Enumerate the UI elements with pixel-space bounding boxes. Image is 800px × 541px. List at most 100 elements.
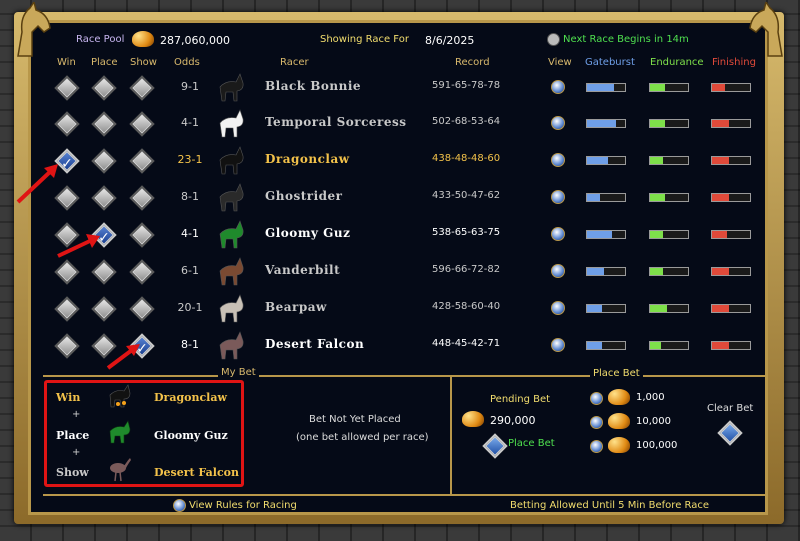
show-checkbox[interactable] xyxy=(129,185,155,211)
finishing-fill xyxy=(712,342,730,349)
show-checkbox[interactable] xyxy=(129,75,155,101)
win-checkbox[interactable] xyxy=(54,333,80,359)
racer-odds: 8-1 xyxy=(181,190,199,203)
red-arrow-show xyxy=(106,344,140,370)
endurance-bar xyxy=(649,267,689,276)
horse-head-ornament-right xyxy=(749,2,783,57)
gateburst-bar xyxy=(586,267,626,276)
finishing-bar xyxy=(711,230,751,239)
racer-name: Ghostrider xyxy=(265,189,343,203)
finishing-fill xyxy=(712,305,730,312)
amount-orb-icon[interactable] xyxy=(590,416,603,429)
bet-status-line1: Bet Not Yet Placed xyxy=(309,414,401,425)
endurance-bar xyxy=(649,156,689,165)
place-checkbox[interactable] xyxy=(91,259,117,285)
view-racer-button[interactable] xyxy=(551,190,565,204)
finishing-bar xyxy=(711,119,751,128)
gateburst-fill xyxy=(587,231,612,238)
gateburst-fill xyxy=(587,268,605,275)
gold-icon xyxy=(608,389,630,405)
pending-bet-value: 290,000 xyxy=(490,414,536,427)
finishing-bar xyxy=(711,341,751,350)
win-checkbox[interactable] xyxy=(54,296,80,322)
show-checkbox[interactable] xyxy=(129,259,155,285)
endurance-fill xyxy=(650,120,666,127)
amount-100000-label: 100,000 xyxy=(636,440,678,451)
clear-bet-label: Clear Bet xyxy=(707,403,754,414)
view-racer-button[interactable] xyxy=(551,338,565,352)
finishing-fill xyxy=(712,120,730,127)
win-checkbox[interactable] xyxy=(54,75,80,101)
next-race-label: Next Race Begins in 14m xyxy=(563,34,689,45)
footer-divider xyxy=(43,494,765,496)
endurance-bar xyxy=(649,83,689,92)
show-checkbox[interactable] xyxy=(129,296,155,322)
finishing-fill xyxy=(712,84,726,91)
gateburst-bar xyxy=(586,156,626,165)
finishing-bar xyxy=(711,83,751,92)
show-checkbox[interactable] xyxy=(129,222,155,248)
amount-1000-label: 1,000 xyxy=(636,392,665,403)
place-checkbox[interactable] xyxy=(91,111,117,137)
racer-odds: 4-1 xyxy=(181,116,199,129)
col-gateburst: Gateburst xyxy=(585,57,635,68)
racer-horse-icon xyxy=(219,183,244,212)
view-rules-label[interactable]: View Rules for Racing xyxy=(189,500,297,511)
amount-orb-icon[interactable] xyxy=(590,392,603,405)
show-checkbox[interactable] xyxy=(129,148,155,174)
my-bet-win-horse: Dragonclaw xyxy=(154,391,227,404)
racer-row: 4-1 Temporal Sorceress 502-68-53-64 xyxy=(40,107,760,139)
race-date: 8/6/2025 xyxy=(425,34,475,47)
col-endurance: Endurance xyxy=(650,57,704,68)
racer-record: 538-65-63-75 xyxy=(432,227,501,238)
endurance-bar xyxy=(649,341,689,350)
gateburst-fill xyxy=(587,84,614,91)
view-racer-button[interactable] xyxy=(551,116,565,130)
racer-horse-icon xyxy=(219,109,244,138)
racer-odds: 20-1 xyxy=(177,301,203,314)
racer-record: 502-68-53-64 xyxy=(432,116,501,127)
win-checkbox[interactable] xyxy=(54,259,80,285)
gateburst-fill xyxy=(587,157,608,164)
racer-name: Bearpaw xyxy=(265,300,327,314)
view-racer-button[interactable] xyxy=(551,80,565,94)
place-checkbox[interactable] xyxy=(91,296,117,322)
view-rules-button[interactable] xyxy=(173,499,186,512)
desert-falcon-ostard-icon xyxy=(110,458,131,482)
place-checkbox[interactable] xyxy=(91,185,117,211)
col-show: Show xyxy=(130,57,157,68)
my-bet-show-horse: Desert Falcon xyxy=(154,466,239,479)
view-racer-button[interactable] xyxy=(551,301,565,315)
pending-gold-icon xyxy=(462,411,484,427)
my-bet-win-label: Win xyxy=(56,391,81,404)
gateburst-fill xyxy=(587,194,601,201)
col-record: Record xyxy=(455,57,490,68)
racer-record: 433-50-47-62 xyxy=(432,190,501,201)
gateburst-bar xyxy=(586,83,626,92)
racer-record: 596-66-72-82 xyxy=(432,264,501,275)
racer-odds: 9-1 xyxy=(181,80,199,93)
horse-head-ornament-left xyxy=(17,2,51,57)
racer-odds: 6-1 xyxy=(181,264,199,277)
amount-orb-icon[interactable] xyxy=(590,440,603,453)
place-checkbox[interactable] xyxy=(91,148,117,174)
gateburst-bar xyxy=(586,341,626,350)
finishing-bar xyxy=(711,193,751,202)
racer-record: 438-48-48-60 xyxy=(432,153,501,164)
race-pool-value: 287,060,000 xyxy=(160,34,230,47)
racer-name: Desert Falcon xyxy=(265,337,365,351)
racer-odds: 23-1 xyxy=(177,153,203,166)
view-racer-button[interactable] xyxy=(551,153,565,167)
view-racer-button[interactable] xyxy=(551,227,565,241)
win-checkbox[interactable] xyxy=(54,111,80,137)
place-checkbox[interactable] xyxy=(91,75,117,101)
finishing-bar xyxy=(711,304,751,313)
section-divider xyxy=(43,375,765,377)
my-bet-plus-2: + xyxy=(72,447,81,458)
racer-row: ✓ 8-1 Desert Falcon 448-45-42-71 xyxy=(40,329,760,361)
gateburst-fill xyxy=(587,342,603,349)
view-racer-button[interactable] xyxy=(551,264,565,278)
show-checkbox[interactable] xyxy=(129,111,155,137)
betting-note: Betting Allowed Until 5 Min Before Race xyxy=(510,500,710,511)
showing-race-label: Showing Race For xyxy=(320,34,409,45)
